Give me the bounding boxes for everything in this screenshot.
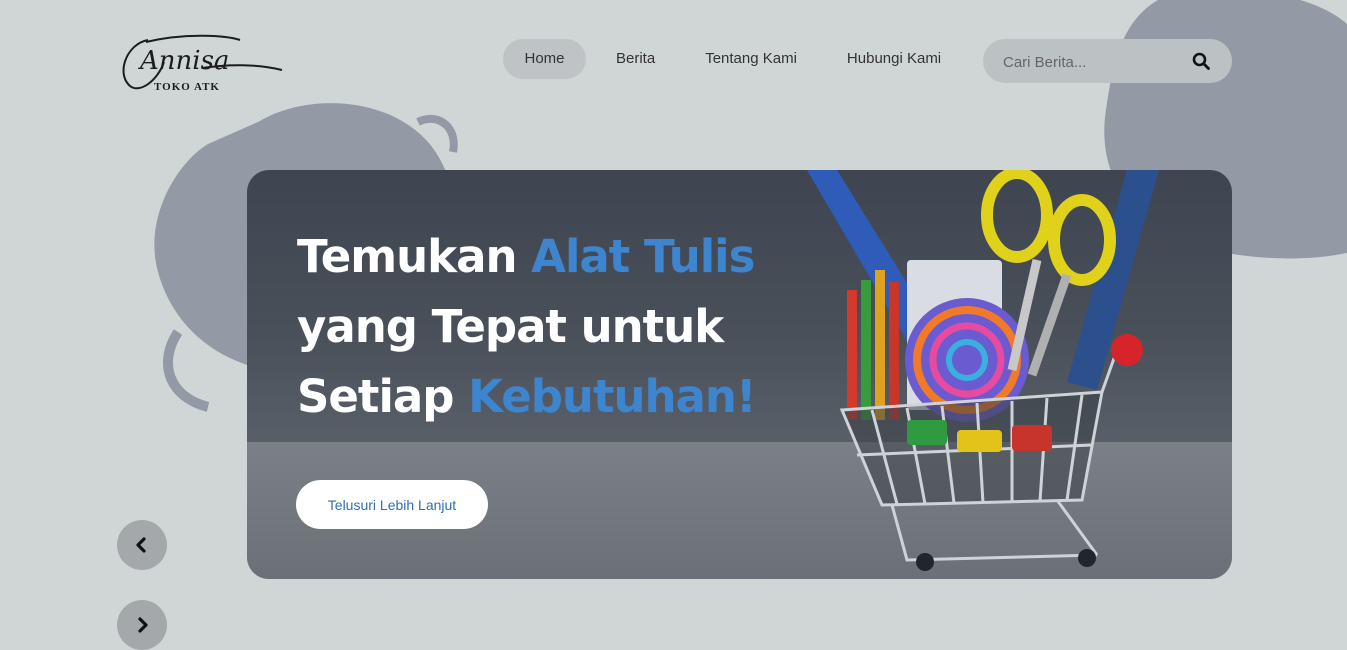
logo-script-text: Annisa bbox=[140, 46, 230, 76]
main-nav: Home Berita Tentang Kami Hubungi Kami bbox=[503, 39, 961, 79]
nav-tentang-kami[interactable]: Tentang Kami bbox=[685, 39, 817, 79]
nav-home[interactable]: Home bbox=[503, 39, 586, 79]
chevron-right-icon bbox=[138, 617, 148, 633]
search-icon[interactable] bbox=[1192, 52, 1210, 70]
hero-banner: Temukan Alat Tulis yang Tepat untuk Seti… bbox=[247, 170, 1232, 579]
nav-berita[interactable]: Berita bbox=[596, 39, 675, 79]
brand-logo[interactable]: Annisa TOKO ATK bbox=[118, 34, 288, 98]
hero-title-line3-plain: Setiap bbox=[297, 370, 469, 423]
hero-title: Temukan Alat Tulis yang Tepat untuk Seti… bbox=[297, 222, 756, 432]
search-input[interactable] bbox=[1001, 39, 1185, 85]
explore-more-button[interactable]: Telusuri Lebih Lanjut bbox=[296, 480, 488, 529]
search-bar bbox=[983, 39, 1232, 85]
logo-subtitle: TOKO ATK bbox=[154, 81, 220, 93]
nav-hubungi-kami[interactable]: Hubungi Kami bbox=[827, 39, 961, 79]
hero-image-stationery-cart bbox=[807, 170, 1159, 571]
hero-title-line1: Temukan Alat Tulis bbox=[297, 230, 755, 283]
carousel-prev-button[interactable] bbox=[117, 520, 167, 570]
chevron-left-icon bbox=[136, 537, 146, 553]
hero-title-line1-plain: Temukan bbox=[297, 230, 532, 283]
hero-title-highlight-2: Kebutuhan! bbox=[468, 370, 756, 423]
hero-title-line2: yang Tepat untuk bbox=[297, 300, 724, 353]
hero-title-highlight-1: Alat Tulis bbox=[531, 230, 755, 283]
carousel-next-button[interactable] bbox=[117, 600, 167, 650]
hero-title-line3: Setiap Kebutuhan! bbox=[297, 370, 756, 423]
